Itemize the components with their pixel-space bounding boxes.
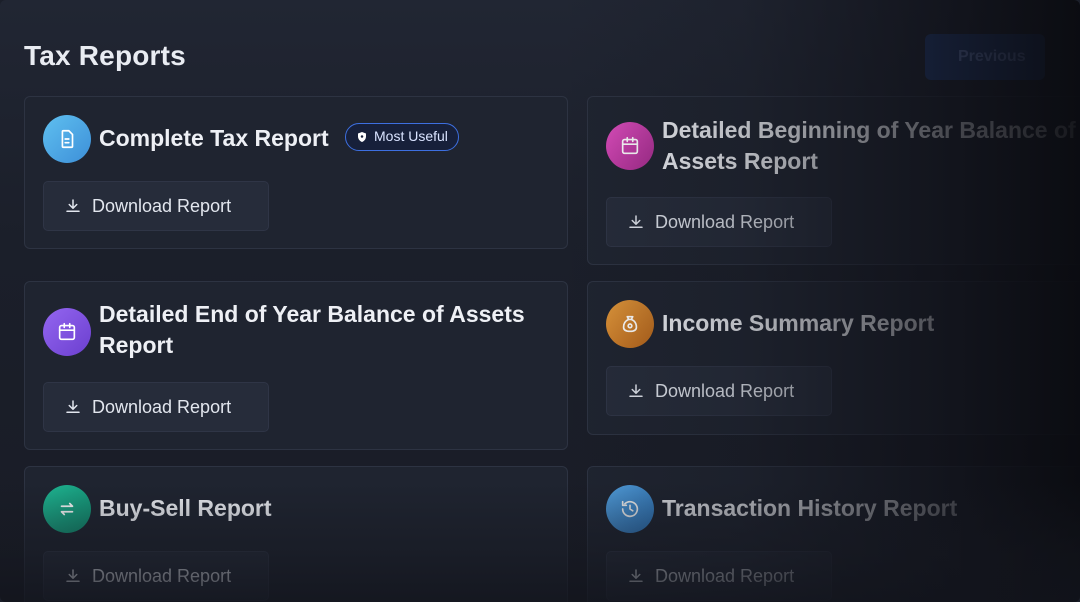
download-report-button[interactable]: Download Report (43, 181, 269, 231)
download-icon (629, 569, 643, 582)
report-title: Complete Tax Report (99, 125, 329, 151)
download-label: Download Report (92, 565, 232, 586)
report-card-complete-tax: Complete Tax Report Most Useful Download… (24, 96, 568, 249)
report-title: Buy-Sell Report (99, 495, 272, 521)
download-label: Download Report (655, 211, 795, 232)
report-card-income-summary: Income Summary Report Download Report (587, 281, 1080, 435)
shield-icon (358, 131, 366, 142)
page-title: Tax Reports (24, 40, 186, 71)
report-title: Transaction History Report (662, 495, 958, 521)
download-icon (66, 199, 80, 212)
download-label: Download Report (655, 380, 795, 401)
report-card-end-year: Detailed End of Year Balance of Assets R… (24, 281, 568, 450)
download-icon (66, 400, 80, 413)
download-label: Download Report (655, 565, 795, 586)
tax-reports-panel: Tax Reports Previous Complete Tax Report… (0, 0, 1080, 602)
most-useful-badge: Most Useful (345, 122, 459, 151)
calendar-icon (606, 122, 654, 170)
report-title: Income Summary Report (662, 310, 935, 336)
swap-arrows-icon (43, 485, 91, 533)
previous-button[interactable]: Previous (925, 34, 1045, 80)
report-card-buy-sell: Buy-Sell Report Download Report (24, 466, 568, 602)
badge-label: Most Useful (374, 128, 448, 145)
download-icon (629, 215, 643, 228)
download-label: Download Report (92, 195, 232, 216)
download-label: Download Report (92, 396, 232, 417)
download-report-button[interactable]: Download Report (606, 197, 832, 247)
download-report-button[interactable]: Download Report (43, 551, 269, 601)
money-bag-icon (606, 300, 654, 348)
report-card-transaction-history: Transaction History Report Download Repo… (587, 466, 1080, 602)
download-report-button[interactable]: Download Report (43, 382, 269, 432)
report-title: Detailed Beginning of Year Balance of As… (662, 117, 1076, 174)
download-icon (629, 384, 643, 397)
download-report-button[interactable]: Download Report (606, 551, 832, 601)
report-card-beginning-year: Detailed Beginning of Year Balance of As… (587, 96, 1080, 265)
download-report-button[interactable]: Download Report (606, 366, 832, 416)
report-title: Detailed End of Year Balance of Assets R… (99, 301, 525, 358)
document-icon (43, 115, 91, 163)
calendar-icon (43, 308, 91, 356)
download-icon (66, 569, 80, 582)
history-clock-icon (606, 485, 654, 533)
